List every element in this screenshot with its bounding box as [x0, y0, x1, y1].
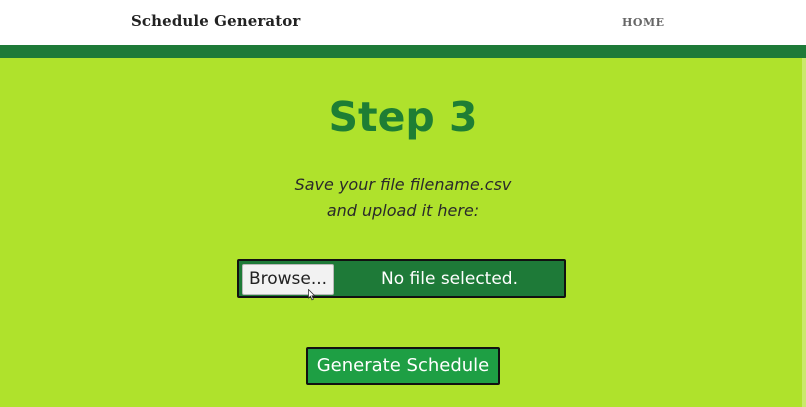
- file-upload-input[interactable]: Browse... No file selected.: [237, 259, 566, 298]
- instructions-line-2: and upload it here:: [326, 201, 480, 220]
- navbar: Schedule Generator HOME: [0, 0, 806, 45]
- nav-home-link[interactable]: HOME: [622, 16, 665, 29]
- generate-schedule-button[interactable]: Generate Schedule: [306, 347, 500, 385]
- instructions-line-1: Save your file filename.csv: [294, 175, 512, 194]
- page-title: Step 3: [328, 93, 478, 141]
- upload-instructions: Save your file filename.csv and upload i…: [0, 172, 806, 224]
- header-divider: [0, 45, 806, 58]
- brand-link[interactable]: Schedule Generator: [131, 12, 300, 30]
- browse-button[interactable]: Browse...: [242, 264, 334, 295]
- scrollbar-edge[interactable]: [802, 58, 806, 407]
- file-status-text: No file selected.: [381, 269, 518, 289]
